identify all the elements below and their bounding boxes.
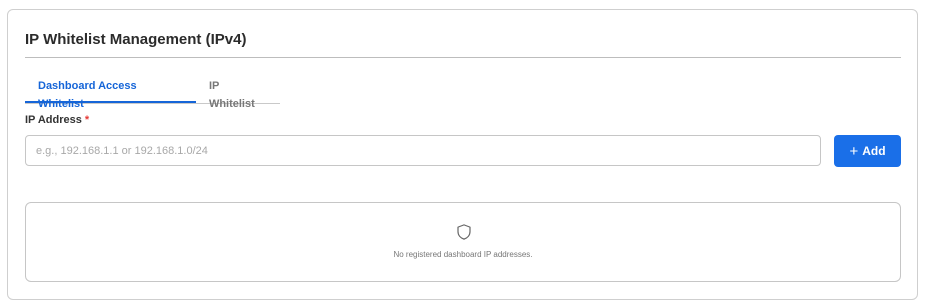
tab-bar: Dashboard Access Whitelist IP Whitelist (25, 77, 280, 110)
tab-dashboard-access-whitelist[interactable]: Dashboard Access Whitelist (25, 77, 196, 110)
ip-whitelist-card: IP Whitelist Management (IPv4) Dashboard… (7, 9, 918, 300)
shield-icon (457, 224, 471, 240)
add-button-label: Add (862, 144, 886, 158)
required-marker: * (84, 114, 90, 126)
ip-address-input[interactable] (25, 135, 821, 166)
add-button[interactable]: + Add (834, 135, 901, 167)
empty-state-panel: No registered dashboard IP addresses. (25, 202, 901, 282)
title-divider (25, 57, 901, 58)
empty-state-message: No registered dashboard IP addresses. (393, 250, 533, 259)
ip-address-label-text: IP Address (25, 114, 82, 126)
card-title: IP Whitelist Management (IPv4) (25, 31, 247, 48)
tab-ip-whitelist[interactable]: IP Whitelist (196, 77, 280, 110)
plus-icon: + (849, 142, 859, 160)
ip-address-label: IP Address * (25, 114, 89, 126)
